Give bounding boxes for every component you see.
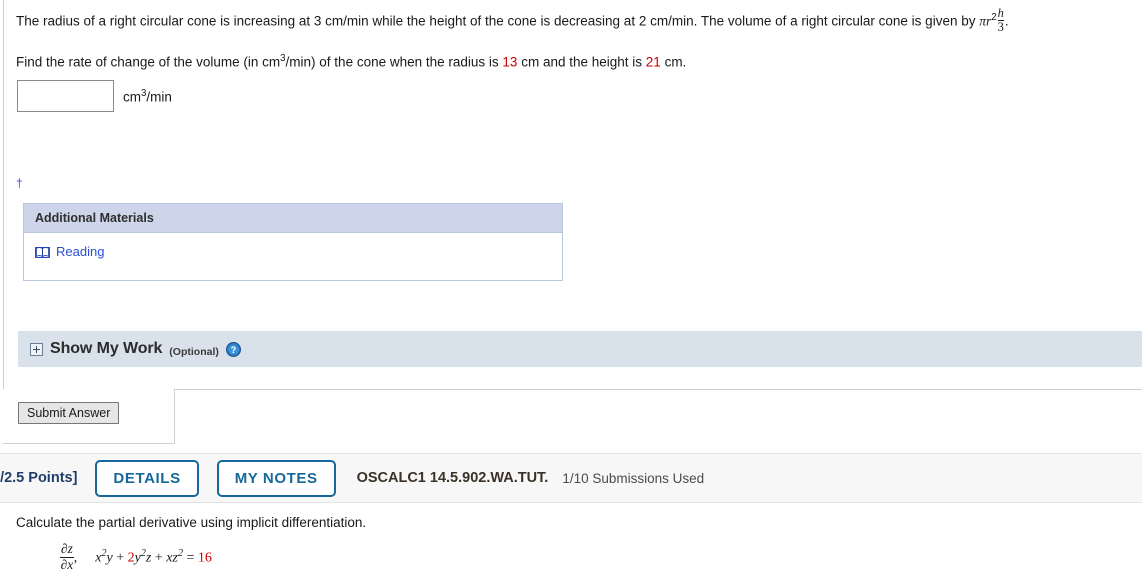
question-left-border xyxy=(3,0,4,444)
assignment-page: The radius of a right circular cone is i… xyxy=(0,0,1142,577)
submissions-used-label: 1/10 Submissions Used xyxy=(562,470,705,486)
prompt-text-a: The radius of a right circular cone is i… xyxy=(16,13,980,29)
additional-materials-header: Additional Materials xyxy=(24,204,562,233)
reading-link-label: Reading xyxy=(56,244,105,259)
dagger-footnote-marker: † xyxy=(16,176,23,190)
problem-identifier: OSCALC1 14.5.902.WA.TUT. xyxy=(356,470,549,486)
partial-derivative-fraction: ∂z ∂x xyxy=(60,541,74,572)
prompt2-text-c: cm and the height is xyxy=(517,54,646,70)
book-icon xyxy=(35,246,50,259)
show-my-work-optional-label: (Optional) xyxy=(169,346,219,358)
additional-materials-body: Reading xyxy=(24,233,562,280)
height-over-three-fraction: h3 xyxy=(997,6,1004,35)
pi-symbol: π xyxy=(979,13,986,29)
prompt-period: . xyxy=(1004,13,1009,29)
question-prompt-line-1: The radius of a right circular cone is i… xyxy=(16,6,1009,35)
answer-input[interactable] xyxy=(17,80,114,112)
equation-equals: = xyxy=(182,550,198,566)
radius-value: 13 xyxy=(502,54,518,70)
show-my-work-bar[interactable]: Show My Work (Optional) ? xyxy=(18,331,1142,367)
question-header-bar: 0/2.5 Points] DETAILS MY NOTES OSCALC1 1… xyxy=(0,453,1142,503)
radius-exponent: 2 xyxy=(991,11,997,23)
next-question-instruction: Calculate the partial derivative using i… xyxy=(16,515,367,530)
equation-plus-1: + xyxy=(112,550,128,566)
my-notes-button[interactable]: MY NOTES xyxy=(216,459,336,497)
expand-plus-icon[interactable] xyxy=(30,342,43,356)
submit-divider-rule xyxy=(175,389,1142,390)
submit-answer-button[interactable]: Submit Answer xyxy=(18,402,120,424)
fraction-denominator: 3 xyxy=(997,20,1004,35)
question-prompt-line-2: Find the rate of change of the volume (i… xyxy=(16,52,686,72)
equation-comma: , xyxy=(73,550,78,566)
prompt2-text-a: Find the rate of change of the volume (i… xyxy=(16,54,281,70)
fraction-numerator: h xyxy=(997,6,1004,20)
term2-coefficient: 2 xyxy=(127,550,135,566)
additional-materials-panel: Additional Materials Reading xyxy=(23,203,563,281)
next-question-equation: ∂z ∂x, x2y + 2y2z + xz2 = 16 xyxy=(60,541,212,572)
term3-base: xz xyxy=(166,550,178,566)
equation-plus-2: + xyxy=(151,550,167,566)
reading-link[interactable]: Reading xyxy=(35,244,104,259)
show-my-work-title: Show My Work xyxy=(50,340,163,357)
details-button[interactable]: DETAILS xyxy=(95,459,199,497)
answer-units-label: cm3/min xyxy=(123,88,172,105)
prompt2-text-b: /min) of the cone when the radius is xyxy=(285,54,503,70)
points-label: 0/2.5 Points] xyxy=(0,470,78,486)
prompt2-text-d: cm. xyxy=(660,54,687,70)
partial-denominator: ∂x xyxy=(60,556,74,572)
help-circle-icon[interactable]: ? xyxy=(225,341,241,357)
height-value: 21 xyxy=(645,54,661,70)
svg-text:?: ? xyxy=(231,345,237,355)
partial-numerator: ∂z xyxy=(61,541,73,556)
equation-right-hand-side: 16 xyxy=(197,550,212,566)
units-suffix: /min xyxy=(146,89,172,105)
units-base: cm xyxy=(123,89,141,105)
